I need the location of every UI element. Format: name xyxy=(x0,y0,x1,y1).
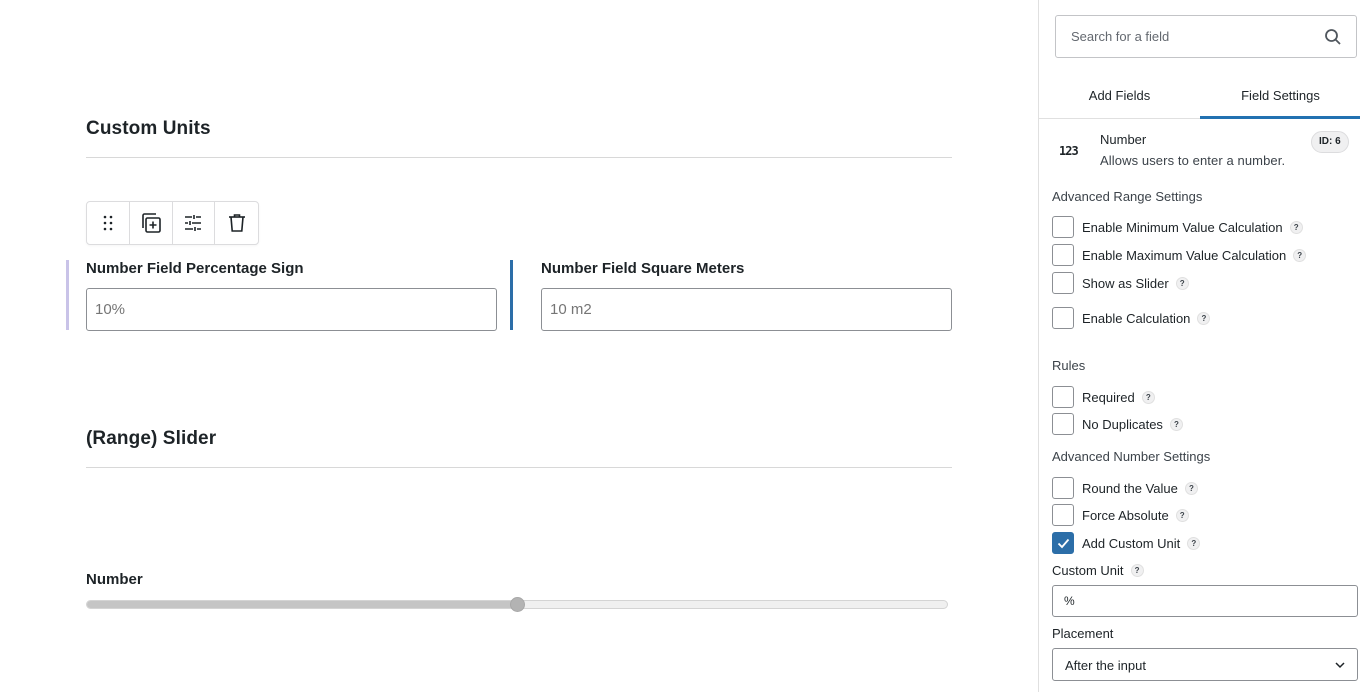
placement-selected-value: After the input xyxy=(1065,658,1146,673)
section-title-range-slider: (Range) Slider xyxy=(86,428,217,449)
tab-field-settings[interactable]: Field Settings xyxy=(1200,74,1360,119)
form-canvas: Custom Units Number Field Percentage Sig… xyxy=(0,0,1038,692)
force-absolute-checkbox[interactable] xyxy=(1052,504,1074,526)
round-value-checkbox[interactable] xyxy=(1052,477,1074,499)
range-slider-track[interactable] xyxy=(86,597,948,612)
option-enable-calculation: Enable Calculation ? xyxy=(1052,307,1211,329)
section-title-custom-units: Custom Units xyxy=(86,118,211,139)
field-type-title: Number xyxy=(1100,132,1147,147)
option-required: Required ? xyxy=(1052,386,1155,408)
field-id-badge: ID: 6 xyxy=(1311,131,1349,153)
option-round-value: Round the Value ? xyxy=(1052,477,1198,499)
trash-icon xyxy=(228,214,245,232)
option-enable-min-calc: Enable Minimum Value Calculation ? xyxy=(1052,216,1303,238)
search-input[interactable] xyxy=(1056,16,1316,57)
field-selected-indicator xyxy=(66,260,69,330)
number-type-icon: 123 xyxy=(1059,144,1079,158)
delete-button[interactable] xyxy=(215,202,258,244)
help-icon[interactable]: ? xyxy=(1130,563,1144,577)
enable-max-calc-checkbox[interactable] xyxy=(1052,244,1074,266)
slider-label: Number xyxy=(86,571,143,588)
sidebar-tabs: Add Fields Field Settings xyxy=(1039,74,1360,119)
field-search xyxy=(1055,15,1357,58)
show-as-slider-checkbox[interactable] xyxy=(1052,272,1074,294)
help-icon[interactable]: ? xyxy=(1175,276,1189,290)
field-toolbar xyxy=(86,201,259,245)
help-icon[interactable]: ? xyxy=(1289,220,1303,234)
percentage-input[interactable] xyxy=(86,288,497,331)
tab-add-fields[interactable]: Add Fields xyxy=(1039,74,1200,118)
section-divider xyxy=(86,467,952,468)
option-enable-max-calc: Enable Maximum Value Calculation ? xyxy=(1052,244,1307,266)
option-label: Enable Minimum Value Calculation xyxy=(1082,219,1283,235)
section-divider xyxy=(86,157,952,158)
option-label: Enable Calculation xyxy=(1082,310,1191,326)
option-label: Add Custom Unit xyxy=(1082,535,1181,551)
custom-unit-label-row: Custom Unit ? xyxy=(1052,562,1144,578)
field-settings-button[interactable] xyxy=(173,202,216,244)
option-label: No Duplicates xyxy=(1082,416,1163,432)
advanced-range-title: Advanced Range Settings xyxy=(1052,189,1203,204)
placement-label: Placement xyxy=(1052,626,1114,641)
number-field-percentage: Number Field Percentage Sign xyxy=(86,260,497,331)
option-label: Round the Value xyxy=(1082,480,1178,496)
help-icon[interactable]: ? xyxy=(1141,390,1155,404)
help-icon[interactable]: ? xyxy=(1197,311,1211,325)
drag-handle-button[interactable] xyxy=(87,202,130,244)
option-label: Required xyxy=(1082,389,1135,405)
range-slider-fill xyxy=(87,601,517,608)
field-type-info: 123 Number Allows users to enter a numbe… xyxy=(1039,128,1360,176)
help-icon[interactable]: ? xyxy=(1187,536,1201,550)
drag-handle-icon xyxy=(103,215,113,231)
field-type-description: Allows users to enter a number. xyxy=(1100,153,1286,168)
custom-unit-input[interactable] xyxy=(1052,585,1358,617)
search-icon[interactable] xyxy=(1324,28,1342,46)
help-icon[interactable]: ? xyxy=(1169,417,1183,431)
square-meters-input[interactable] xyxy=(541,288,952,331)
help-icon[interactable]: ? xyxy=(1175,508,1189,522)
range-slider-thumb[interactable] xyxy=(509,597,525,612)
help-icon[interactable]: ? xyxy=(1184,481,1198,495)
settings-sliders-icon xyxy=(185,215,202,231)
required-checkbox[interactable] xyxy=(1052,386,1074,408)
option-force-absolute: Force Absolute ? xyxy=(1052,504,1189,526)
settings-sidebar: Add Fields Field Settings 123 Number All… xyxy=(1038,0,1360,692)
option-no-duplicates: No Duplicates ? xyxy=(1052,413,1183,435)
chevron-down-icon xyxy=(1335,662,1345,669)
add-custom-unit-checkbox[interactable] xyxy=(1052,532,1074,554)
rules-title: Rules xyxy=(1052,358,1086,373)
duplicate-icon xyxy=(141,213,161,233)
advanced-number-title: Advanced Number Settings xyxy=(1052,449,1211,464)
number-field-square-meters: Number Field Square Meters xyxy=(541,260,952,331)
checkmark-icon xyxy=(1057,538,1069,548)
field-divider-indicator xyxy=(510,260,513,330)
option-add-custom-unit: Add Custom Unit ? xyxy=(1052,532,1201,554)
field-label: Number Field Square Meters xyxy=(541,260,745,277)
no-duplicates-checkbox[interactable] xyxy=(1052,413,1074,435)
option-label: Force Absolute xyxy=(1082,507,1169,523)
option-label: Show as Slider xyxy=(1082,275,1169,291)
duplicate-button[interactable] xyxy=(130,202,173,244)
field-label: Number Field Percentage Sign xyxy=(86,260,304,277)
enable-min-calc-checkbox[interactable] xyxy=(1052,216,1074,238)
help-icon[interactable]: ? xyxy=(1293,248,1307,262)
placement-select[interactable]: After the input xyxy=(1052,648,1358,681)
custom-unit-label: Custom Unit xyxy=(1052,562,1124,578)
option-label: Enable Maximum Value Calculation xyxy=(1082,247,1287,263)
enable-calculation-checkbox[interactable] xyxy=(1052,307,1074,329)
option-show-as-slider: Show as Slider ? xyxy=(1052,272,1189,294)
